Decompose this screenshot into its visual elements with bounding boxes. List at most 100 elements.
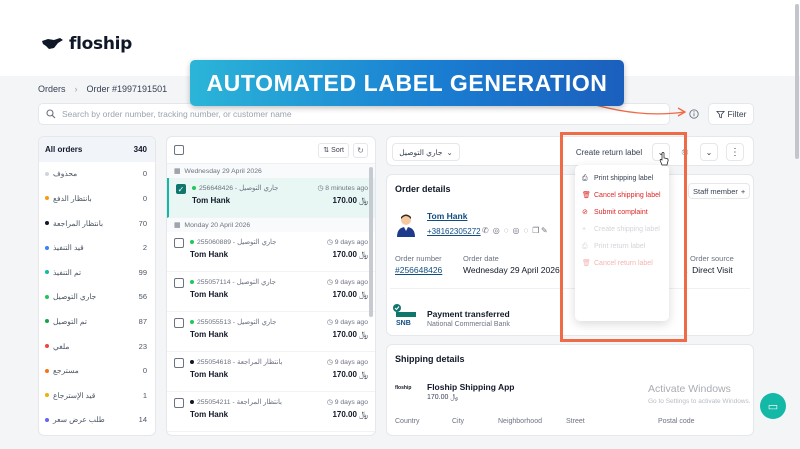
status-dot-icon xyxy=(45,294,49,299)
copy-icon[interactable]: ❐ xyxy=(532,226,539,235)
order-list-item[interactable]: 255054211 - بانتظار المراجعة ◷ 9 days ago… xyxy=(167,392,375,432)
brand-logo[interactable]: floship xyxy=(40,34,132,54)
search-placeholder: Search by order number, tracking number,… xyxy=(62,109,292,119)
order-source-label: Order source xyxy=(690,254,734,263)
order-status-dot-icon xyxy=(190,240,194,244)
customer-name-link[interactable]: Tom Hank xyxy=(427,211,467,221)
order-summary: 256648426 - جاري التوصيل ◷ 8 minutes ago T… xyxy=(192,184,368,206)
order-list-item[interactable]: 255060889 - جاري التوصيل ◷ 9 days ago Tom … xyxy=(167,232,375,272)
riyal-icon: ﷼ xyxy=(356,330,368,339)
order-checkbox[interactable] xyxy=(174,278,184,288)
status-dot-icon xyxy=(45,245,49,250)
status-item[interactable]: مسترجع 0 xyxy=(39,358,155,383)
order-time: ◷ 9 days ago xyxy=(327,318,368,326)
funnel-icon xyxy=(715,110,725,118)
breadcrumb-orders[interactable]: Orders xyxy=(38,84,66,94)
order-time-text: 9 days ago xyxy=(334,239,368,246)
status-count: 0 xyxy=(142,366,147,376)
sort-button[interactable]: ⇅ Sort xyxy=(318,142,349,158)
order-checkbox[interactable] xyxy=(174,358,184,368)
order-summary: 255057114 - جاري التوصيل ◷ 9 days ago Tom … xyxy=(190,278,368,300)
edit-customer-icon[interactable]: ✎ xyxy=(541,226,548,235)
status-sidebar: All orders 340 محذوف 0 بانتظار الدفع 0 بانتظار… xyxy=(38,136,156,436)
status-item[interactable]: تم التنفيذ 99 xyxy=(39,260,155,285)
status-label: All orders xyxy=(45,144,83,154)
clock-icon: ◷ xyxy=(326,279,335,286)
status-item[interactable]: قيد التنفيذ 2 xyxy=(39,235,155,260)
date-group-header: ▦ Wednesday 29 April 2026 xyxy=(167,164,375,178)
refresh-icon: ↻ xyxy=(357,145,364,155)
order-status-dot-icon xyxy=(190,320,194,324)
status-name: بانتظار الدفع xyxy=(45,194,92,203)
order-customer: Tom Hank xyxy=(190,290,229,299)
col-city: City xyxy=(452,418,465,425)
status-all-orders[interactable]: All orders 340 xyxy=(39,137,155,162)
status-count: 0 xyxy=(142,169,147,179)
status-item[interactable]: بانتظار الدفع 0 xyxy=(39,186,155,211)
customer-phone-link[interactable]: +38162305272 xyxy=(427,227,481,236)
order-number: 255057114 - جاري التوصيل xyxy=(190,278,276,286)
support-chat-button[interactable]: ▭ xyxy=(760,393,786,419)
select-all-checkbox[interactable] xyxy=(174,145,184,155)
order-number: 255060889 - جاري التوصيل xyxy=(190,238,276,246)
status-count: 14 xyxy=(138,415,147,425)
order-list-item[interactable]: 255057114 - جاري التوصيل ◷ 9 days ago Tom … xyxy=(167,272,375,312)
status-dot-icon xyxy=(45,221,49,226)
status-dot-icon xyxy=(45,344,49,349)
order-checkbox[interactable] xyxy=(174,398,184,408)
riyal-icon: ﷼ xyxy=(356,250,368,259)
order-checkbox[interactable]: ✓ xyxy=(176,184,186,194)
status-name: محذوف xyxy=(45,169,77,178)
shipping-app-name: Floship Shipping App xyxy=(427,382,515,392)
refresh-button[interactable]: ↻ xyxy=(353,142,368,158)
shipping-price: 170.00 ﷼ xyxy=(427,394,458,402)
message-icon[interactable]: ◌ xyxy=(523,226,528,235)
order-number-value[interactable]: #256648426 xyxy=(395,265,442,275)
phone-icon[interactable]: ✆ xyxy=(482,226,489,235)
chat-icon[interactable]: ◌ xyxy=(504,226,509,235)
order-number-text: 255055513 - جاري التوصيل xyxy=(197,319,277,326)
status-label: تم التنفيذ xyxy=(53,267,82,277)
status-item[interactable]: تم التوصيل 87 xyxy=(39,309,155,334)
order-amount-text: 170.00 xyxy=(332,410,357,419)
plus-icon: + xyxy=(740,186,746,196)
more-actions-dropdown-toggle[interactable]: ⌄ xyxy=(700,143,718,161)
whatsapp-business-icon[interactable]: ◎ xyxy=(512,226,519,235)
order-customer: Tom Hank xyxy=(190,410,229,419)
status-item[interactable]: جاري التوصيل 56 xyxy=(39,285,155,310)
order-time-text: 9 days ago xyxy=(334,279,368,286)
order-status-select[interactable]: جاري التوصيل ⌄ xyxy=(392,143,460,161)
orders-scrollbar[interactable] xyxy=(369,167,373,317)
status-item[interactable]: قيد الإسترجاع 1 xyxy=(39,383,155,408)
floship-small-logo: floship xyxy=(395,385,412,391)
filter-button[interactable]: Filter xyxy=(708,103,754,125)
clock-icon: ◷ xyxy=(326,399,335,406)
calendar-icon: ▦ xyxy=(174,222,181,229)
order-list-item[interactable]: 255054618 - بانتظار المراجعة ◷ 9 days ago… xyxy=(167,352,375,392)
order-date-label: Order date xyxy=(463,254,499,263)
status-name: طلب عرض سعر xyxy=(45,415,105,424)
more-options-button[interactable]: ⋮ xyxy=(726,143,744,161)
order-number-text: 255054211 - بانتظار المراجعة xyxy=(197,399,282,406)
status-name: مسترجع xyxy=(45,366,79,375)
status-item[interactable]: بانتظار المراجعة 70 xyxy=(39,211,155,236)
order-checkbox[interactable] xyxy=(174,318,184,328)
status-item[interactable]: ملغي 23 xyxy=(39,334,155,359)
status-item[interactable]: طلب عرض سعر 14 xyxy=(39,408,155,433)
customer-avatar xyxy=(397,214,415,237)
order-amount: 170.00 ﷼ xyxy=(332,196,368,206)
order-list-item[interactable]: 255055513 - جاري التوصيل ◷ 9 days ago Tom … xyxy=(167,312,375,352)
page-scrollbar[interactable] xyxy=(795,4,799,159)
status-dot-icon xyxy=(45,270,49,275)
status-label: قيد الإسترجاع xyxy=(53,390,96,400)
order-checkbox[interactable] xyxy=(174,238,184,248)
status-dot-icon xyxy=(45,368,49,373)
order-list-item[interactable]: ✓ 256648426 - جاري التوصيل ◷ 8 minutes ago… xyxy=(167,178,375,218)
orders-list: ▦ Wednesday 29 April 2026 ✓ 256648426 - جار… xyxy=(167,164,375,432)
status-name: All orders xyxy=(45,145,82,154)
order-status-dot-icon xyxy=(190,360,194,364)
status-name: بانتظار المراجعة xyxy=(45,219,103,228)
whatsapp-icon[interactable]: ◎ xyxy=(493,226,500,235)
add-staff-member-button[interactable]: Staff member + xyxy=(688,183,751,199)
status-item[interactable]: محذوف 0 xyxy=(39,162,155,187)
